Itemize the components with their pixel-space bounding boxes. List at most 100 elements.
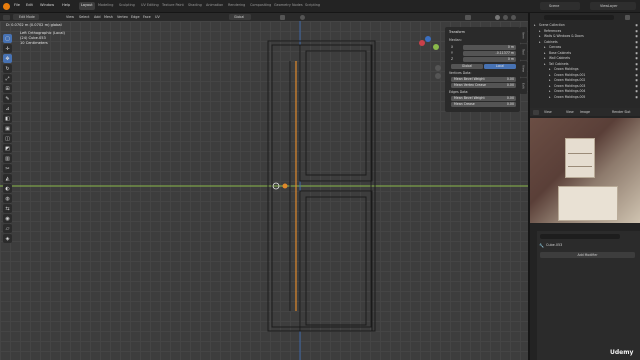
cursor-tool-icon[interactable]: ✛ [3, 44, 12, 53]
add-cube-icon[interactable]: ◧ [3, 114, 12, 123]
workspace-tab-layout[interactable]: Layout [79, 2, 95, 10]
tab-item[interactable]: Item [520, 27, 527, 43]
move-tool-icon[interactable]: ✥ [3, 54, 12, 63]
visibility-eye-icon[interactable]: ◉ [635, 73, 638, 77]
visibility-eye-icon[interactable]: ◉ [635, 23, 638, 27]
outliner-search-input[interactable] [544, 15, 614, 20]
menu-file[interactable]: File [14, 3, 20, 7]
edge-bevel-weight-field[interactable]: Mean Bevel Weight 0.00 [451, 96, 516, 101]
annotate-tool-icon[interactable]: ✎ [3, 94, 12, 103]
y-field[interactable]: -0.11377 m [463, 51, 516, 56]
gizmo-x-icon[interactable] [419, 40, 425, 46]
workspace-tab-shading[interactable]: Shading [186, 2, 204, 10]
outliner-row[interactable]: ▸ Cabinets ◉ [530, 40, 640, 45]
add-modifier-button[interactable]: Add Modifier [540, 252, 635, 258]
snap-icon[interactable] [280, 14, 285, 20]
outliner-row[interactable]: ▸ Carcass ◉ [530, 45, 640, 50]
header-menu-vertex[interactable]: Vertex [117, 15, 128, 19]
visibility-eye-icon[interactable]: ◉ [635, 67, 638, 71]
visibility-eye-icon[interactable]: ◉ [635, 56, 638, 60]
workspace-tab-rendering[interactable]: Rendering [226, 2, 247, 10]
select-box-icon[interactable]: ▢ [3, 34, 12, 43]
visibility-eye-icon[interactable]: ◉ [635, 89, 638, 93]
loop-cut-icon[interactable]: ▥ [3, 154, 12, 163]
image-menu-image[interactable]: Image [580, 110, 590, 114]
outliner-row[interactable]: ▸ Wall Cabinets ◉ [530, 56, 640, 61]
visibility-eye-icon[interactable]: ◉ [635, 51, 638, 55]
poly-build-icon[interactable]: ◭ [3, 174, 12, 183]
outliner-row[interactable]: ▸ Crown Moldings.003 ◉ [530, 84, 640, 89]
x-field[interactable]: 0 m [463, 45, 516, 50]
outliner-filter-icon[interactable] [625, 15, 630, 20]
visibility-eye-icon[interactable]: ◉ [635, 29, 638, 33]
navigation-gizmo[interactable] [415, 36, 441, 62]
outliner-row[interactable]: ▸ Walls & Windows & Doors ◉ [530, 34, 640, 39]
gizmo-y-icon[interactable] [433, 44, 439, 50]
scene-selector[interactable]: Scene [540, 2, 580, 10]
z-field[interactable]: 0 m [463, 57, 516, 62]
shading-solid-icon[interactable] [495, 14, 500, 20]
measure-tool-icon[interactable]: ⊿ [3, 104, 12, 113]
outliner-row[interactable]: ▸ Crown Moldings.002 ◉ [530, 78, 640, 83]
visibility-eye-icon[interactable]: ◉ [635, 84, 638, 88]
workspace-tab-texture-paint[interactable]: Texture Paint [160, 2, 186, 10]
outliner-row[interactable]: ▸ Scene Collection ◉ [530, 23, 640, 28]
image-menu-view[interactable]: View [544, 110, 552, 114]
outliner-row[interactable]: ▸ References ◉ [530, 29, 640, 34]
pan-hand-icon[interactable] [435, 73, 441, 79]
workspace-tab-sculpting[interactable]: Sculpting [117, 2, 137, 10]
bevel-tool-icon[interactable]: ◩ [3, 144, 12, 153]
outliner-row[interactable]: ▸ Crown Moldings.004 ◉ [530, 89, 640, 94]
orientation-dropdown[interactable]: Global [229, 14, 251, 20]
shading-rendered-icon[interactable] [511, 14, 516, 20]
header-menu-select[interactable]: Select [79, 15, 89, 19]
tab-edit[interactable]: Edit [520, 78, 527, 94]
mode-dropdown[interactable]: Edit Mode [13, 14, 39, 20]
image-editor-type-icon[interactable] [533, 109, 539, 115]
gizmo-z-icon[interactable] [425, 36, 431, 42]
viewlayer-selector[interactable]: ViewLayer [590, 2, 636, 10]
edge-slide-icon[interactable]: ⇆ [3, 204, 12, 213]
workspace-tab-modeling[interactable]: Modeling [96, 2, 115, 10]
header-menu-face[interactable]: Face [143, 15, 151, 19]
zoom-icon[interactable] [435, 65, 441, 71]
menu-help[interactable]: Help [62, 3, 70, 7]
shading-material-icon[interactable] [503, 14, 508, 20]
visibility-eye-icon[interactable]: ◉ [635, 95, 638, 99]
outliner-row[interactable]: ▸ Crown Moldings ◉ [530, 67, 640, 72]
workspace-tab-uv-editing[interactable]: UV Editing [139, 2, 161, 10]
workspace-tab-animation[interactable]: Animation [204, 2, 225, 10]
rotate-tool-icon[interactable]: ↻ [3, 64, 12, 73]
header-menu-mesh[interactable]: Mesh [104, 15, 113, 19]
spin-tool-icon[interactable]: ◐ [3, 184, 12, 193]
transform-tool-icon[interactable]: ⊞ [3, 84, 12, 93]
menu-edit[interactable]: Edit [26, 3, 33, 7]
outliner-row[interactable]: ▸ Base Cabinets ◉ [530, 51, 640, 56]
local-toggle[interactable]: Local [484, 64, 516, 69]
shrink-fatten-icon[interactable]: ◉ [3, 214, 12, 223]
shear-tool-icon[interactable]: ▱ [3, 224, 12, 233]
inset-tool-icon[interactable]: ◫ [3, 134, 12, 143]
outliner-row[interactable]: ▸ Tall Cabinets ◉ [530, 62, 640, 67]
visibility-eye-icon[interactable]: ◉ [635, 40, 638, 44]
header-menu-uv[interactable]: UV [155, 15, 160, 19]
mean-vertex-crease-field[interactable]: Mean Vertex Crease 0.00 [451, 83, 516, 88]
smooth-tool-icon[interactable]: ◍ [3, 194, 12, 203]
extrude-tool-icon[interactable]: ▣ [3, 124, 12, 133]
workspace-tab-geometry-nodes[interactable]: Geometry Nodes [272, 2, 305, 10]
render-slot-dropdown[interactable]: Render Slot [612, 110, 630, 114]
visibility-eye-icon[interactable]: ◉ [635, 62, 638, 66]
visibility-eye-icon[interactable]: ◉ [635, 34, 638, 38]
transform-header[interactable]: Transform [449, 30, 465, 35]
workspace-tab-scripting[interactable]: Scripting [303, 2, 322, 10]
outliner-row[interactable]: ▸ Crown Moldings.005 ◉ [530, 95, 640, 100]
outliner-row[interactable]: ▸ Crown Moldings.001 ◉ [530, 73, 640, 78]
rip-region-icon[interactable]: ◈ [3, 234, 12, 243]
blender-logo-icon[interactable] [3, 3, 10, 10]
global-toggle[interactable]: Global [451, 64, 483, 69]
mean-bevel-weight-field[interactable]: Mean Bevel Weight 0.00 [451, 77, 516, 82]
workspace-tab-compositing[interactable]: Compositing [248, 2, 273, 10]
knife-tool-icon[interactable]: ✂ [3, 164, 12, 173]
header-menu-view[interactable]: View [66, 15, 74, 19]
editor-type-icon[interactable] [3, 14, 10, 20]
